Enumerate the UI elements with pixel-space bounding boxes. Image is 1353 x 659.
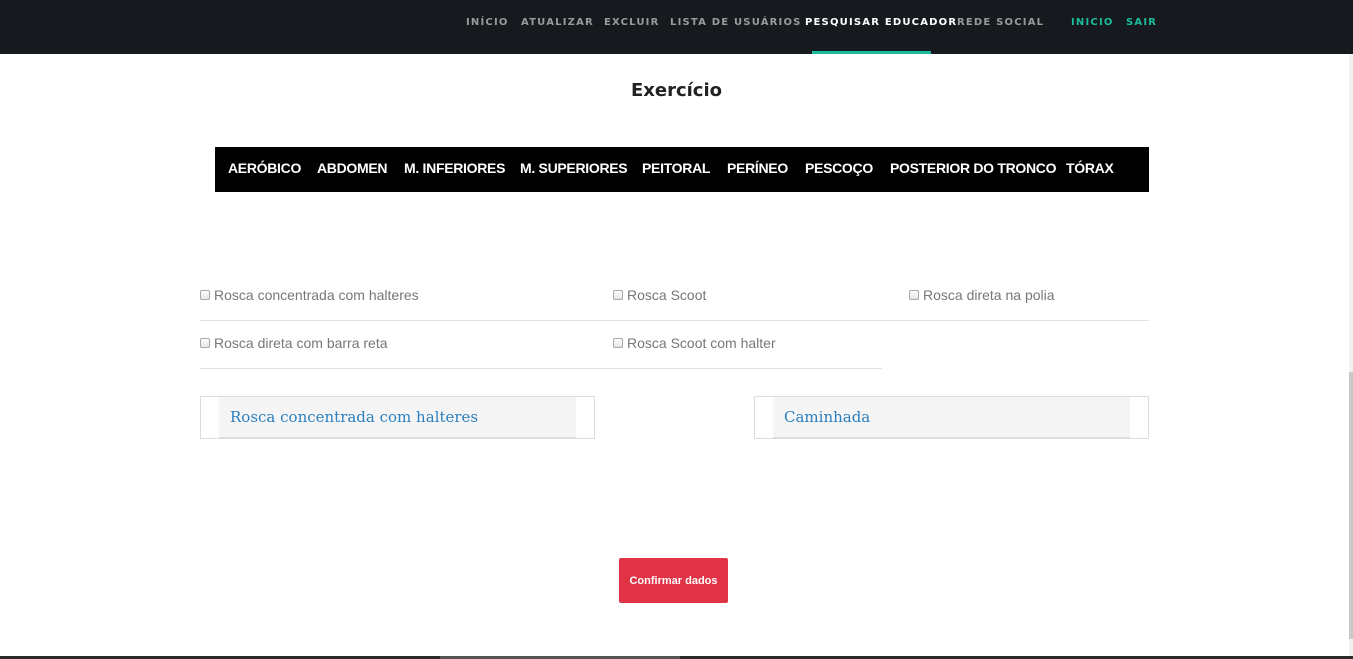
divider [200,368,882,369]
nav-link-excluir[interactable]: EXCLUIR [604,17,659,28]
category-perineo[interactable]: PERÍNEO [727,160,788,176]
option-rosca-direta-polia[interactable]: Rosca direta na polia [909,287,1055,303]
nav-link-pesquisar-educador[interactable]: PESQUISAR EDUCADOR [805,17,957,28]
nav-link-sair[interactable]: SAIR [1126,17,1157,28]
top-navbar: INÍCIO ATUALIZAR EXCLUIR LISTA DE USUÁRI… [0,0,1353,54]
checkbox[interactable] [200,338,210,348]
confirm-button[interactable]: Confirmar dados [619,558,728,603]
nav-link-rede-social[interactable]: REDE SOCIAL [957,17,1044,28]
option-label: Rosca Scoot com halter [627,335,776,351]
divider [200,320,1149,321]
option-label: Rosca direta com barra reta [214,335,388,351]
selected-exercise-panel: Rosca concentrada com halteres [200,396,595,439]
checkbox[interactable] [200,290,210,300]
nav-link-inicio[interactable]: INÍCIO [466,17,509,28]
panel-heading: Rosca concentrada com halteres [219,397,576,438]
checkbox[interactable] [613,290,623,300]
option-rosca-direta-barra[interactable]: Rosca direta com barra reta [200,335,388,351]
option-label: Rosca concentrada com halteres [214,287,419,303]
active-nav-indicator [812,51,931,54]
panel-title[interactable]: Rosca concentrada com halteres [230,408,478,426]
category-abdomen[interactable]: ABDOMEN [317,160,388,176]
page-title: Exercício [630,80,723,101]
category-m-superiores[interactable]: M. SUPERIORES [520,160,628,176]
nav-link-lista-usuarios[interactable]: LISTA DE USUÁRIOS [670,17,802,28]
option-rosca-concentrada[interactable]: Rosca concentrada com halteres [200,287,419,303]
category-menu: AERÓBICO ABDOMEN M. INFERIORES M. SUPERI… [215,147,1149,192]
panel-heading: Caminhada [773,397,1130,438]
category-aerobico[interactable]: AERÓBICO [228,160,301,176]
panel-title[interactable]: Caminhada [784,408,870,426]
checkbox[interactable] [909,290,919,300]
category-m-inferiores[interactable]: M. INFERIORES [404,160,505,176]
option-label: Rosca Scoot [627,287,707,303]
option-label: Rosca direta na polia [923,287,1055,303]
category-peitoral[interactable]: PEITORAL [642,160,710,176]
category-torax[interactable]: TÓRAX [1066,160,1114,176]
scrollbar-thumb[interactable] [1349,372,1353,639]
category-posterior-tronco[interactable]: POSTERIOR DO TRONCO [890,160,1057,176]
checkbox[interactable] [613,338,623,348]
option-rosca-scoot-halter[interactable]: Rosca Scoot com halter [613,335,776,351]
selected-exercise-panel: Caminhada [754,396,1149,439]
nav-link-atualizar[interactable]: ATUALIZAR [521,17,594,28]
option-rosca-scoot[interactable]: Rosca Scoot [613,287,706,303]
nav-link-inicio-right[interactable]: INICIO [1071,17,1114,28]
category-pescoco[interactable]: PESCOÇO [805,160,873,176]
